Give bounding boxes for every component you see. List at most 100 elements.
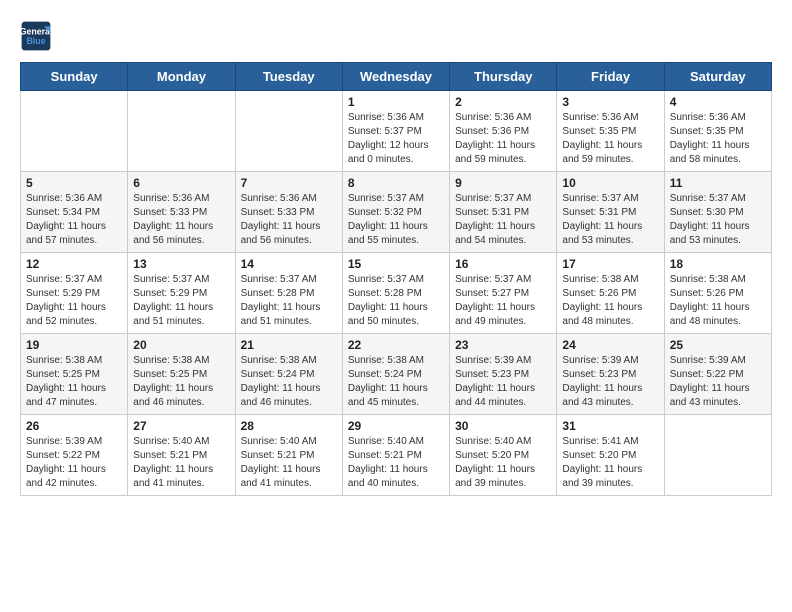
calendar-cell: 8 Sunrise: 5:37 AM Sunset: 5:32 PM Daylig… <box>342 172 449 253</box>
calendar-cell <box>21 91 128 172</box>
day-info: Sunrise: 5:36 AM Sunset: 5:37 PM Dayligh… <box>348 111 444 167</box>
day-info: Sunrise: 5:39 AM Sunset: 5:22 PM Dayligh… <box>670 354 766 410</box>
day-number: 20 <box>133 338 229 352</box>
calendar-header-row: SundayMondayTuesdayWednesdayThursdayFrid… <box>21 63 772 91</box>
day-info: Sunrise: 5:37 AM Sunset: 5:30 PM Dayligh… <box>670 192 766 248</box>
calendar-cell: 29Sunrise: 5:40 AM Sunset: 5:21 PM Dayli… <box>342 415 449 496</box>
logo: General Blue <box>20 20 52 52</box>
day-info: Sunrise: 5:37 AM Sunset: 5:27 PM Dayligh… <box>455 273 551 329</box>
calendar-cell: 26 Sunrise: 5:39 AM Sunset: 5:22 PM Dayli… <box>21 415 128 496</box>
day-info: Sunrise: 5:37 AM Sunset: 5:29 PM Dayligh… <box>133 273 229 329</box>
calendar-cell: 13 Sunrise: 5:37 AM Sunset: 5:29 PM Dayli… <box>128 253 235 334</box>
day-number: 6 <box>133 176 229 190</box>
logo-icon: General Blue <box>20 20 52 52</box>
calendar-cell <box>128 91 235 172</box>
day-info: Sunrise: 5:37 AM Sunset: 5:32 PM Dayligh… <box>348 192 444 248</box>
calendar-cell: 1 Sunrise: 5:36 AM Sunset: 5:37 PM Daylig… <box>342 91 449 172</box>
calendar-table: SundayMondayTuesdayWednesdayThursdayFrid… <box>20 62 772 496</box>
calendar-cell: 28 Sunrise: 5:40 AM Sunset: 5:21 PM Dayli… <box>235 415 342 496</box>
day-info: Sunrise: 5:38 AM Sunset: 5:26 PM Dayligh… <box>562 273 658 329</box>
day-number: 22 <box>348 338 444 352</box>
calendar-cell <box>664 415 771 496</box>
day-info: Sunrise: 5:37 AM Sunset: 5:28 PM Dayligh… <box>241 273 337 329</box>
day-number: 19 <box>26 338 122 352</box>
day-info: Sunrise: 5:36 AM Sunset: 5:35 PM Dayligh… <box>670 111 766 167</box>
calendar-cell: 12Sunrise: 5:37 AM Sunset: 5:29 PM Dayli… <box>21 253 128 334</box>
calendar-cell: 23Sunrise: 5:39 AM Sunset: 5:23 PM Dayli… <box>450 334 557 415</box>
calendar-week-row: 5Sunrise: 5:36 AM Sunset: 5:34 PM Daylig… <box>21 172 772 253</box>
day-number: 7 <box>241 176 337 190</box>
day-info: Sunrise: 5:37 AM Sunset: 5:28 PM Dayligh… <box>348 273 444 329</box>
day-number: 3 <box>562 95 658 109</box>
calendar-cell: 15 Sunrise: 5:37 AM Sunset: 5:28 PM Dayli… <box>342 253 449 334</box>
day-number: 25 <box>670 338 766 352</box>
day-info: Sunrise: 5:41 AM Sunset: 5:20 PM Dayligh… <box>562 435 658 491</box>
calendar-cell: 7Sunrise: 5:36 AM Sunset: 5:33 PM Daylig… <box>235 172 342 253</box>
day-header-saturday: Saturday <box>664 63 771 91</box>
day-number: 16 <box>455 257 551 271</box>
day-number: 18 <box>670 257 766 271</box>
day-number: 9 <box>455 176 551 190</box>
calendar-week-row: 26 Sunrise: 5:39 AM Sunset: 5:22 PM Dayli… <box>21 415 772 496</box>
day-number: 4 <box>670 95 766 109</box>
calendar-cell: 17Sunrise: 5:38 AM Sunset: 5:26 PM Dayli… <box>557 253 664 334</box>
calendar-cell: 19 Sunrise: 5:38 AM Sunset: 5:25 PM Dayli… <box>21 334 128 415</box>
calendar-cell: 31 Sunrise: 5:41 AM Sunset: 5:20 PM Dayli… <box>557 415 664 496</box>
day-info: Sunrise: 5:37 AM Sunset: 5:31 PM Dayligh… <box>455 192 551 248</box>
calendar-cell: 11 Sunrise: 5:37 AM Sunset: 5:30 PM Dayli… <box>664 172 771 253</box>
day-info: Sunrise: 5:38 AM Sunset: 5:25 PM Dayligh… <box>26 354 122 410</box>
day-number: 27 <box>133 419 229 433</box>
day-info: Sunrise: 5:39 AM Sunset: 5:22 PM Dayligh… <box>26 435 122 491</box>
calendar-cell: 9 Sunrise: 5:37 AM Sunset: 5:31 PM Daylig… <box>450 172 557 253</box>
day-header-sunday: Sunday <box>21 63 128 91</box>
day-info: Sunrise: 5:38 AM Sunset: 5:25 PM Dayligh… <box>133 354 229 410</box>
day-number: 15 <box>348 257 444 271</box>
day-number: 2 <box>455 95 551 109</box>
calendar-cell: 27 Sunrise: 5:40 AM Sunset: 5:21 PM Dayli… <box>128 415 235 496</box>
day-number: 21 <box>241 338 337 352</box>
day-number: 31 <box>562 419 658 433</box>
day-number: 1 <box>348 95 444 109</box>
day-number: 13 <box>133 257 229 271</box>
calendar-week-row: 19 Sunrise: 5:38 AM Sunset: 5:25 PM Dayli… <box>21 334 772 415</box>
day-number: 14 <box>241 257 337 271</box>
calendar-cell: 2 Sunrise: 5:36 AM Sunset: 5:36 PM Daylig… <box>450 91 557 172</box>
calendar-cell: 22 Sunrise: 5:38 AM Sunset: 5:24 PM Dayli… <box>342 334 449 415</box>
calendar-cell: 6 Sunrise: 5:36 AM Sunset: 5:33 PM Daylig… <box>128 172 235 253</box>
day-info: Sunrise: 5:40 AM Sunset: 5:21 PM Dayligh… <box>241 435 337 491</box>
calendar-cell: 21 Sunrise: 5:38 AM Sunset: 5:24 PM Dayli… <box>235 334 342 415</box>
day-number: 24 <box>562 338 658 352</box>
day-info: Sunrise: 5:36 AM Sunset: 5:36 PM Dayligh… <box>455 111 551 167</box>
calendar-cell: 3 Sunrise: 5:36 AM Sunset: 5:35 PM Daylig… <box>557 91 664 172</box>
day-info: Sunrise: 5:36 AM Sunset: 5:35 PM Dayligh… <box>562 111 658 167</box>
calendar-cell: 20 Sunrise: 5:38 AM Sunset: 5:25 PM Dayli… <box>128 334 235 415</box>
day-info: Sunrise: 5:40 AM Sunset: 5:21 PM Dayligh… <box>133 435 229 491</box>
day-number: 8 <box>348 176 444 190</box>
day-number: 23 <box>455 338 551 352</box>
day-info: Sunrise: 5:37 AM Sunset: 5:31 PM Dayligh… <box>562 192 658 248</box>
calendar-cell: 30 Sunrise: 5:40 AM Sunset: 5:20 PM Dayli… <box>450 415 557 496</box>
day-number: 11 <box>670 176 766 190</box>
day-header-thursday: Thursday <box>450 63 557 91</box>
calendar-week-row: 1 Sunrise: 5:36 AM Sunset: 5:37 PM Daylig… <box>21 91 772 172</box>
day-number: 28 <box>241 419 337 433</box>
day-header-monday: Monday <box>128 63 235 91</box>
day-info: Sunrise: 5:36 AM Sunset: 5:33 PM Dayligh… <box>133 192 229 248</box>
svg-text:Blue: Blue <box>26 36 45 46</box>
day-header-wednesday: Wednesday <box>342 63 449 91</box>
day-number: 12 <box>26 257 122 271</box>
day-info: Sunrise: 5:38 AM Sunset: 5:26 PM Dayligh… <box>670 273 766 329</box>
day-info: Sunrise: 5:38 AM Sunset: 5:24 PM Dayligh… <box>241 354 337 410</box>
calendar-cell: 25 Sunrise: 5:39 AM Sunset: 5:22 PM Dayli… <box>664 334 771 415</box>
day-info: Sunrise: 5:38 AM Sunset: 5:24 PM Dayligh… <box>348 354 444 410</box>
day-number: 30 <box>455 419 551 433</box>
day-number: 26 <box>26 419 122 433</box>
day-info: Sunrise: 5:40 AM Sunset: 5:20 PM Dayligh… <box>455 435 551 491</box>
calendar-cell: 4 Sunrise: 5:36 AM Sunset: 5:35 PM Daylig… <box>664 91 771 172</box>
calendar-cell: 14 Sunrise: 5:37 AM Sunset: 5:28 PM Dayli… <box>235 253 342 334</box>
day-info: Sunrise: 5:39 AM Sunset: 5:23 PM Dayligh… <box>562 354 658 410</box>
day-header-friday: Friday <box>557 63 664 91</box>
day-header-tuesday: Tuesday <box>235 63 342 91</box>
day-number: 10 <box>562 176 658 190</box>
day-number: 5 <box>26 176 122 190</box>
